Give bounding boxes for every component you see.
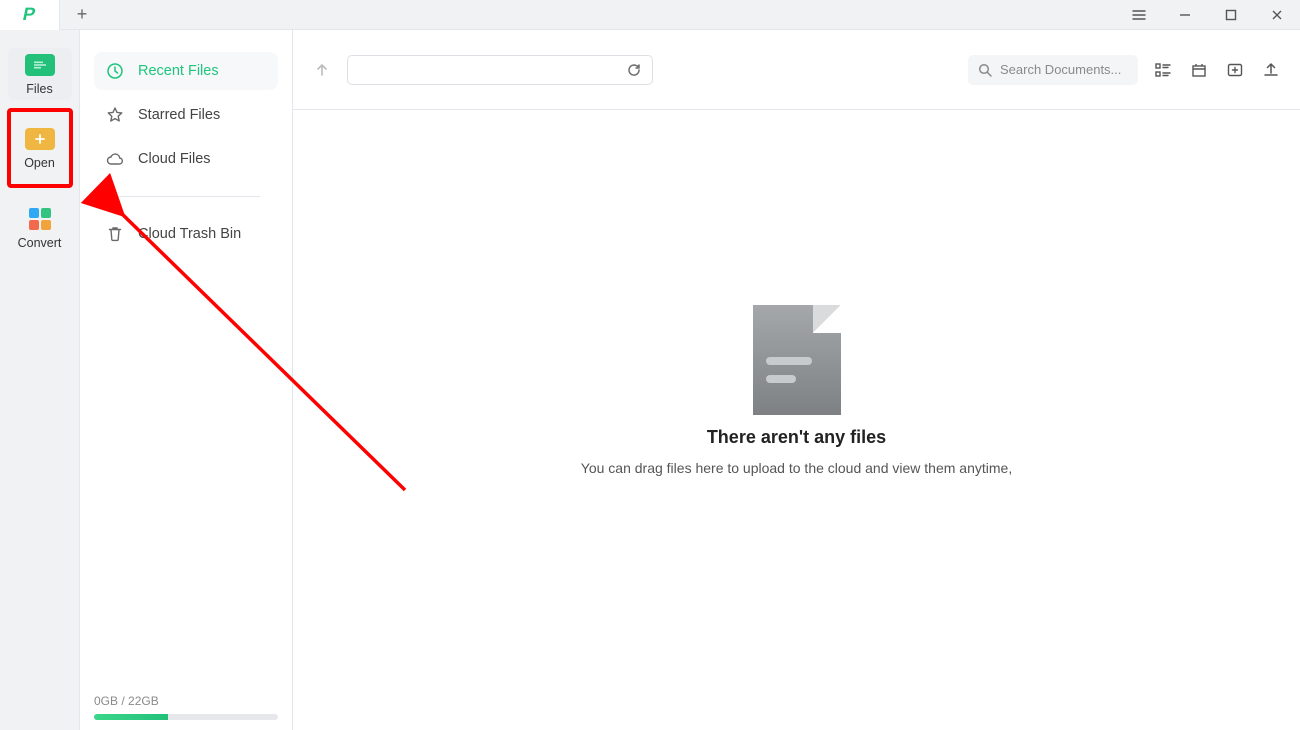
document-placeholder-icon	[753, 305, 841, 415]
upload-icon	[1262, 61, 1280, 79]
empty-subtitle: You can drag files here to upload to the…	[581, 460, 1012, 476]
category-trash-label: Cloud Trash Bin	[138, 226, 241, 242]
path-input[interactable]	[347, 55, 653, 85]
minimize-button[interactable]	[1162, 0, 1208, 29]
titlebar: P +	[0, 0, 1300, 30]
rail-item-files[interactable]: Files	[8, 48, 72, 100]
refresh-button[interactable]	[624, 60, 644, 80]
titlebar-left: P +	[0, 0, 104, 29]
close-button[interactable]	[1254, 0, 1300, 29]
category-divider	[112, 196, 260, 197]
rail-files-label: Files	[26, 82, 52, 96]
category-recent-label: Recent Files	[138, 63, 219, 79]
app-logo-icon: P	[21, 4, 37, 25]
new-tab-button[interactable]: +	[60, 4, 104, 25]
category-recent-files[interactable]: Recent Files	[94, 52, 278, 90]
rail-item-open[interactable]: Open	[11, 122, 69, 174]
trash-icon	[106, 225, 124, 243]
titlebar-right	[1116, 0, 1300, 29]
storage-meter: 0GB / 22GB	[94, 694, 278, 720]
annotation-highlight-open: Open	[7, 108, 73, 188]
storage-fill	[94, 714, 168, 720]
category-starred-label: Starred Files	[138, 107, 220, 123]
left-rail: Files Open Convert	[0, 30, 80, 730]
open-file-icon	[25, 128, 55, 150]
rail-convert-label: Convert	[18, 236, 62, 250]
maximize-button[interactable]	[1208, 0, 1254, 29]
files-icon	[25, 54, 55, 76]
category-cloud-label: Cloud Files	[138, 151, 211, 167]
close-icon	[1270, 8, 1284, 22]
category-cloud-files[interactable]: Cloud Files	[94, 140, 278, 178]
storage-bar	[94, 714, 278, 720]
category-column: Recent Files Starred Files Cloud Files	[80, 30, 293, 730]
search-input[interactable]: Search Documents...	[968, 55, 1138, 85]
new-folder-icon	[1226, 61, 1244, 79]
up-folder-button[interactable]	[311, 59, 333, 81]
arrow-up-icon	[314, 62, 330, 78]
minimize-icon	[1178, 8, 1192, 22]
clock-icon	[106, 62, 124, 80]
hamburger-icon	[1132, 8, 1146, 22]
app-menu-button[interactable]	[1116, 0, 1162, 29]
maximize-icon	[1224, 8, 1238, 22]
plus-icon: +	[77, 4, 88, 25]
refresh-icon	[626, 62, 642, 78]
cloud-icon	[106, 150, 124, 168]
search-placeholder: Search Documents...	[1000, 62, 1121, 77]
convert-icon	[29, 208, 51, 230]
sort-button[interactable]	[1188, 59, 1210, 81]
search-icon	[978, 63, 992, 77]
rail-item-convert[interactable]: Convert	[8, 202, 72, 254]
empty-state: There aren't any files You can drag file…	[293, 110, 1300, 730]
upload-button[interactable]	[1260, 59, 1282, 81]
view-list-button[interactable]	[1152, 59, 1174, 81]
category-starred-files[interactable]: Starred Files	[94, 96, 278, 134]
main-area: Search Documents... There aren't a	[293, 30, 1300, 730]
new-folder-button[interactable]	[1224, 59, 1246, 81]
storage-label: 0GB / 22GB	[94, 694, 159, 708]
list-view-icon	[1154, 61, 1172, 79]
category-cloud-trash[interactable]: Cloud Trash Bin	[94, 215, 278, 253]
rail-open-label: Open	[24, 156, 55, 170]
app-tab[interactable]: P	[0, 0, 60, 30]
files-toolbar: Search Documents...	[293, 30, 1300, 110]
sort-icon	[1190, 61, 1208, 79]
star-icon	[106, 106, 124, 124]
empty-title: There aren't any files	[707, 427, 886, 448]
